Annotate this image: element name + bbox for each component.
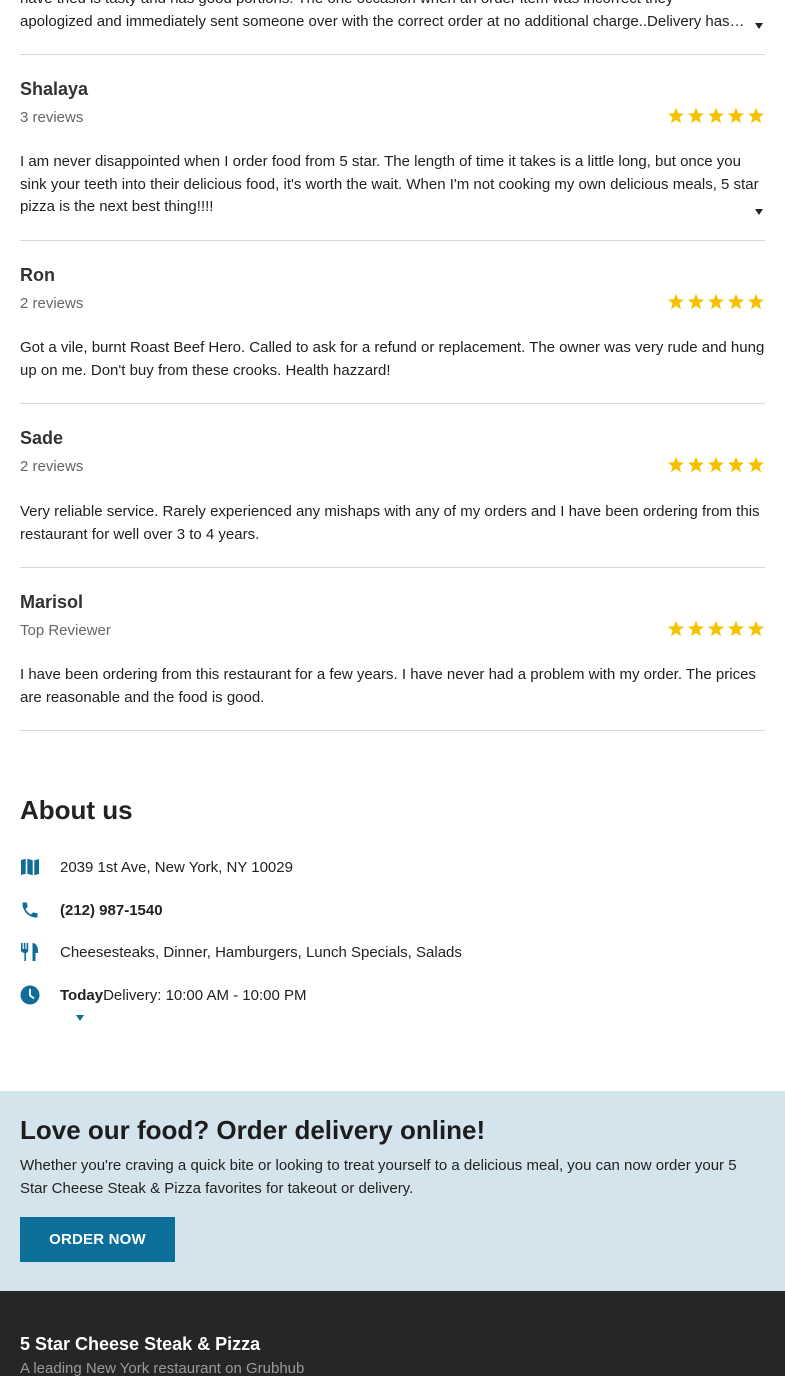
reviewer-name: Marisol — [20, 592, 84, 612]
hours-text: TodayDelivery: 10:00 AM - 10:00 PM — [60, 987, 307, 1004]
review-card: have tried is tasty and has good portion… — [20, 0, 765, 55]
reviewer-badge: Top Reviewer — [20, 622, 111, 639]
star-icon — [708, 293, 724, 310]
star-icon — [688, 107, 704, 124]
cta-description: Whether you're craving a quick bite or l… — [20, 1157, 737, 1197]
about-address-row: 2039 1st Ave, New York, NY 10029 — [20, 857, 765, 881]
star-icon — [708, 620, 724, 637]
footer: 5 Star Cheese Steak & Pizza A leading Ne… — [0, 1291, 785, 1376]
review-card: Ron 2 reviews Got a vile, burnt Roast Be… — [20, 241, 765, 404]
star-icon — [668, 456, 684, 473]
order-cta-section: Love our food? Order delivery online! Wh… — [0, 1091, 785, 1291]
reviewer-name: Sade — [20, 428, 64, 448]
review-card: Marisol Top Reviewer I have been orderin… — [20, 568, 765, 731]
phone-link[interactable]: (212) 987-1540 — [60, 902, 163, 919]
review-text: I am never disappointed when I order foo… — [20, 153, 759, 215]
order-now-button[interactable]: ORDER NOW — [20, 1217, 175, 1262]
review-text: Very reliable service. Rarely experience… — [20, 503, 760, 543]
cta-title: Love our food? Order delivery online! — [20, 1115, 486, 1145]
review-card: Sade 2 reviews Very reliable service. Ra… — [20, 404, 765, 568]
star-icon — [668, 107, 684, 124]
expand-review-caret-icon[interactable] — [755, 209, 763, 215]
star-icon — [728, 456, 744, 473]
star-icon — [688, 620, 704, 637]
review-text: I have been ordering from this restauran… — [20, 666, 756, 706]
clock-icon — [20, 985, 40, 1005]
about-phone-row[interactable]: (212) 987-1540 — [20, 900, 765, 924]
reviewer-name: Ron — [20, 265, 55, 285]
about-hours-row[interactable]: TodayDelivery: 10:00 AM - 10:00 PM — [20, 985, 765, 1009]
star-icon — [688, 293, 704, 310]
star-icon — [688, 456, 704, 473]
utensils-icon — [21, 943, 38, 961]
footer-subtitle: A leading New York restaurant on Grubhub — [20, 1360, 305, 1376]
phone-icon — [22, 902, 38, 918]
hours-day: Today — [60, 987, 104, 1004]
star-icon — [708, 456, 724, 473]
hours-delivery: Delivery: 10:00 AM - 10:00 PM — [103, 987, 307, 1004]
star-icon — [748, 620, 764, 637]
review-text: Got a vile, burnt Roast Beef Hero. Calle… — [20, 339, 765, 379]
star-icon — [728, 293, 744, 310]
address-text: 2039 1st Ave, New York, NY 10029 — [60, 859, 293, 876]
review-text: have tried is tasty and has good portion… — [20, 0, 765, 11]
map-icon — [21, 858, 39, 876]
reviewer-review-count: 2 reviews — [20, 458, 84, 475]
star-icon — [668, 620, 684, 637]
footer-restaurant-name: 5 Star Cheese Steak & Pizza — [20, 1334, 261, 1354]
star-icon — [748, 456, 764, 473]
expand-review-caret-icon[interactable] — [755, 23, 763, 29]
hours-expand-caret-icon[interactable] — [76, 1015, 84, 1021]
star-icon — [748, 293, 764, 310]
review-rating — [667, 107, 765, 125]
star-icon — [728, 620, 744, 637]
review-rating — [667, 293, 765, 311]
review-rating — [667, 456, 765, 474]
review-rating — [667, 620, 765, 638]
review-text-truncated: apologized and immediately sent someone … — [20, 13, 747, 30]
star-icon — [748, 107, 764, 124]
review-card: Shalaya 3 reviews I am never disappointe… — [20, 55, 765, 241]
reviewer-name: Shalaya — [20, 79, 89, 99]
reviewer-review-count: 2 reviews — [20, 295, 84, 312]
about-cuisines-row: Cheesesteaks, Dinner, Hamburgers, Lunch … — [20, 942, 765, 966]
star-icon — [708, 107, 724, 124]
star-icon — [728, 107, 744, 124]
reviewer-review-count: 3 reviews — [20, 109, 84, 126]
star-icon — [668, 293, 684, 310]
cuisines-text: Cheesesteaks, Dinner, Hamburgers, Lunch … — [60, 944, 462, 961]
about-title: About us — [20, 795, 133, 825]
